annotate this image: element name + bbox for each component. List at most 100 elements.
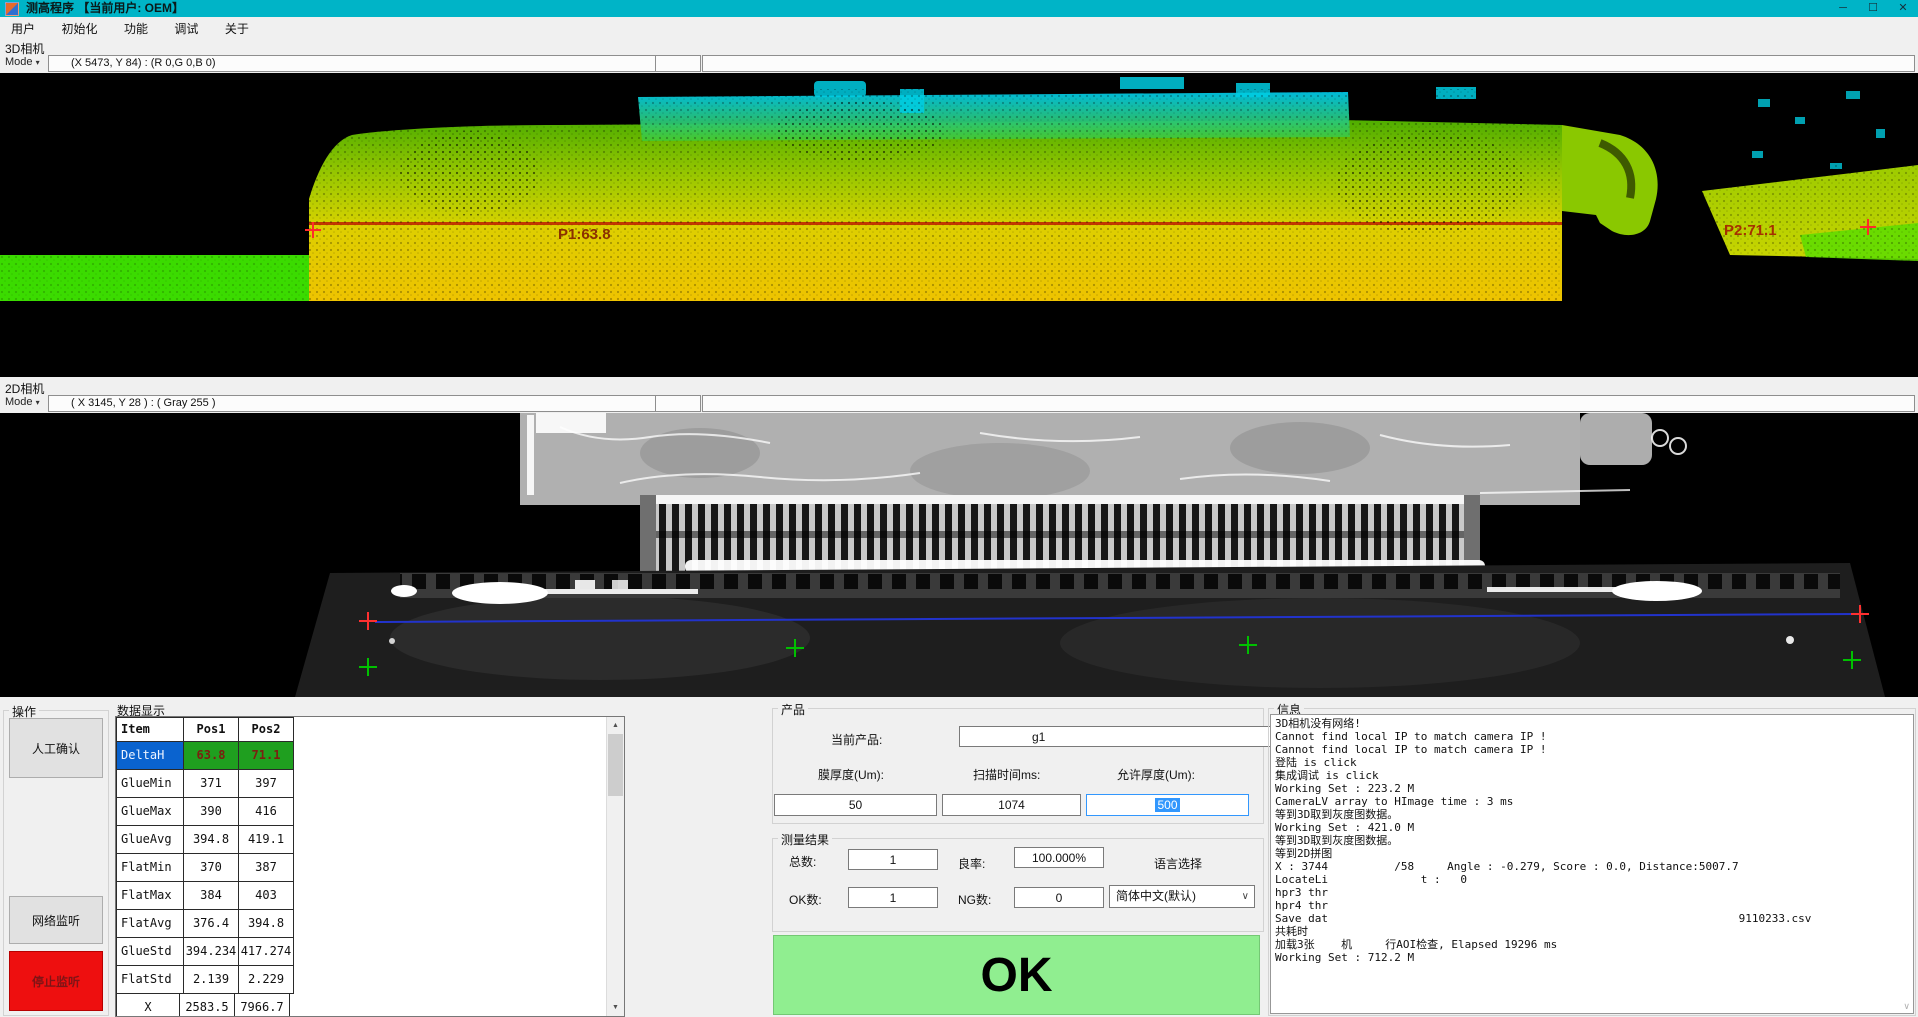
log-line: 等到3D取到灰度图数据。 xyxy=(1275,834,1913,847)
title-bar: 测高程序 【当前用户: OEM】 ─ ☐ ✕ xyxy=(0,0,1918,17)
menu-bar: 用户 初始化 功能 调试 关于 xyxy=(0,17,1918,38)
cell-item: GlueMax xyxy=(117,798,184,826)
cell-item: FlatStd xyxy=(117,966,184,994)
cell-item: GlueMin xyxy=(117,770,184,798)
info-log[interactable]: 3D相机没有网络! Cannot find local IP to match … xyxy=(1270,714,1914,1014)
table-row-flatmin[interactable]: FlatMin 370 387 xyxy=(117,854,294,882)
heightmap-3d-image: P1:63.8 P2:71.1 xyxy=(0,73,1918,377)
language-label: 语言选择 xyxy=(1154,855,1202,872)
log-line: 等到3D取到灰度图数据。 xyxy=(1275,808,1913,821)
cell-item: FlatMax xyxy=(117,882,184,910)
grayscale-2d-image xyxy=(0,413,1918,697)
cell-pos2: 403 xyxy=(239,882,294,910)
log-line: CameraLV array to HImage time : 3 ms xyxy=(1275,795,1913,808)
data-table: Item Pos1 Pos2 DeltaH 63.8 71.1 GlueMin … xyxy=(115,716,625,1017)
log-line: 加载3张 机 行AOI检查, Elapsed 19296 ms xyxy=(1275,938,1913,951)
cell-pos2: 387 xyxy=(239,854,294,882)
film-thickness-field[interactable]: 50 xyxy=(774,794,937,816)
log-line: 集成调试 is click xyxy=(1275,769,1913,782)
current-product-label: 当前产品: xyxy=(831,731,882,748)
3d-status-separator xyxy=(655,55,701,72)
stop-listen-button[interactable]: 停止监听 xyxy=(9,951,103,1011)
table-row-deltah[interactable]: DeltaH 63.8 71.1 xyxy=(117,742,294,770)
log-line: 等到2D拼图 xyxy=(1275,847,1913,860)
chevron-down-icon: ▾ xyxy=(36,58,40,67)
table-row-flatavg[interactable]: FlatAvg 376.4 394.8 xyxy=(117,910,294,938)
3d-mode-dropdown[interactable]: Mode ▾ xyxy=(5,56,40,68)
2d-mode-label: Mode xyxy=(5,396,33,408)
window-controls: ─ ☐ ✕ xyxy=(1828,0,1918,17)
scroll-down-icon[interactable]: ▼ xyxy=(607,999,624,1016)
log-line: 登陆 is click xyxy=(1275,756,1913,769)
selected-text: 500 xyxy=(1155,798,1179,812)
3d-mode-row: Mode ▾ (X 5473, Y 84) : (R 0,G 0,B 0) xyxy=(0,55,1918,72)
product-group-label: 产品 xyxy=(778,701,808,718)
table-row-x[interactable]: X 2583.5 7966.7 xyxy=(117,994,294,1017)
col-header-item: Item xyxy=(117,718,184,742)
2d-status-separator xyxy=(655,395,701,412)
menu-item-about[interactable]: 关于 xyxy=(214,17,260,37)
2d-mode-row: Mode ▾ ( X 3145, Y 28 ) : ( Gray 255 ) xyxy=(0,395,1918,412)
network-listen-button[interactable]: 网络监听 xyxy=(9,896,103,944)
cell-pos2: 71.1 xyxy=(239,742,294,770)
table-row-gluemin[interactable]: GlueMin 371 397 xyxy=(117,770,294,798)
cell-pos2: 416 xyxy=(239,798,294,826)
cell-item: DeltaH xyxy=(117,742,184,770)
maximize-icon[interactable]: ☐ xyxy=(1858,0,1888,17)
manual-confirm-button[interactable]: 人工确认 xyxy=(9,718,103,778)
cell-item: X xyxy=(117,994,180,1017)
menu-item-init[interactable]: 初始化 xyxy=(50,17,108,37)
allow-thickness-field[interactable]: 500 xyxy=(1086,794,1249,816)
ng-count-field[interactable]: 0 xyxy=(1014,887,1104,908)
scroll-down-icon[interactable]: ∨ xyxy=(1903,1001,1910,1012)
menu-item-user[interactable]: 用户 xyxy=(0,17,46,37)
table-row-gluemax[interactable]: GlueMax 390 416 xyxy=(117,798,294,826)
yield-field[interactable]: 100.000% xyxy=(1014,847,1104,868)
cell-pos1: 2583.5 xyxy=(180,994,235,1017)
result-status-banner: OK xyxy=(773,935,1260,1015)
app-icon xyxy=(5,2,19,16)
close-icon[interactable]: ✕ xyxy=(1888,0,1918,17)
log-line: Cannot find local IP to match camera IP … xyxy=(1275,743,1913,756)
log-line: X : 3744 /58 Angle : -0.279, Score : 0.0… xyxy=(1275,860,1913,873)
table-scrollbar[interactable]: ▲ ▼ xyxy=(606,717,624,1016)
log-line: Working Set : 421.0 M xyxy=(1275,821,1913,834)
cell-pos1: 394.8 xyxy=(184,826,239,854)
cell-pos1: 2.139 xyxy=(184,966,239,994)
table-row-flatmax[interactable]: FlatMax 384 403 xyxy=(117,882,294,910)
minimize-icon[interactable]: ─ xyxy=(1828,0,1858,17)
cell-item: GlueAvg xyxy=(117,826,184,854)
log-line: 3D相机没有网络! xyxy=(1275,717,1913,730)
scroll-up-icon[interactable]: ▲ xyxy=(607,717,624,734)
3d-camera-viewport[interactable]: P1:63.8 P2:71.1 xyxy=(0,73,1918,377)
2d-mode-dropdown[interactable]: Mode ▾ xyxy=(5,396,40,408)
scan-time-field[interactable]: 1074 xyxy=(942,794,1081,816)
menu-item-debug[interactable]: 调试 xyxy=(163,17,209,37)
cell-pos2: 417.274 xyxy=(239,938,294,966)
log-line: Cannot find local IP to match camera IP … xyxy=(1275,730,1913,743)
result-group-label: 测量结果 xyxy=(778,831,832,848)
2d-cursor-status: ( X 3145, Y 28 ) : ( Gray 255 ) xyxy=(48,395,676,412)
col-header-pos1: Pos1 xyxy=(184,718,239,742)
cell-pos1: 370 xyxy=(184,854,239,882)
table-row-glueavg[interactable]: GlueAvg 394.8 419.1 xyxy=(117,826,294,854)
2d-camera-viewport[interactable] xyxy=(0,413,1918,697)
ok-count-field[interactable]: 1 xyxy=(848,887,938,908)
col-header-pos2: Pos2 xyxy=(239,718,294,742)
menu-item-function[interactable]: 功能 xyxy=(113,17,159,37)
language-select[interactable]: 简体中文(默认) ∨ xyxy=(1109,885,1255,908)
scrollbar-thumb[interactable] xyxy=(608,734,623,796)
log-line: hpr4 thr xyxy=(1275,899,1913,912)
film-thickness-label: 膜厚度(Um): xyxy=(818,766,884,783)
total-field[interactable]: 1 xyxy=(848,849,938,870)
cell-pos1: 63.8 xyxy=(184,742,239,770)
result-group: 测量结果 总数: 1 良率: 100.000% 语言选择 OK数: 1 NG数:… xyxy=(772,838,1264,932)
table-row-gluestd[interactable]: GlueStd 394.234 417.274 xyxy=(117,938,294,966)
log-line: LocateLi t : 0 xyxy=(1275,873,1913,886)
log-line: Working Set : 223.2 M xyxy=(1275,782,1913,795)
table-row-flatstd[interactable]: FlatStd 2.139 2.229 xyxy=(117,966,294,994)
ng-count-label: NG数: xyxy=(958,891,991,908)
p2-measurement-label: P2:71.1 xyxy=(1724,222,1777,239)
cell-pos2: 7966.7 xyxy=(235,994,290,1017)
data-table-grid: Item Pos1 Pos2 DeltaH 63.8 71.1 GlueMin … xyxy=(116,717,294,1017)
